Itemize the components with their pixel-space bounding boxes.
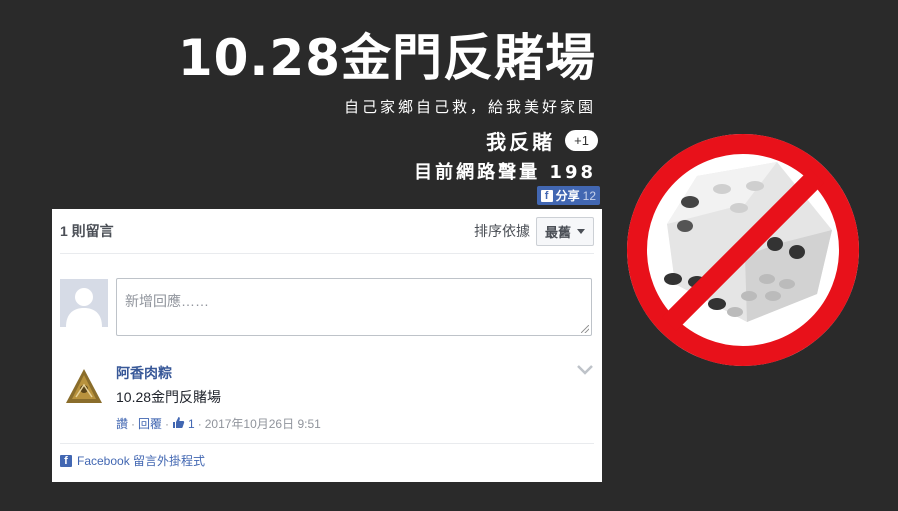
thumbs-up-icon bbox=[172, 416, 185, 432]
resize-grip-icon[interactable] bbox=[581, 325, 589, 333]
share-count: 12 bbox=[582, 188, 596, 203]
comment-count: 1 則留言 bbox=[60, 223, 114, 239]
comment-input[interactable]: 新增回應…… bbox=[116, 278, 592, 336]
commenter-name[interactable]: 阿香肉粽 bbox=[116, 363, 172, 383]
comment-text: 10.28金門反賭場 bbox=[116, 389, 222, 405]
page-subtitle: 自己家鄉自己救，給我美好家園 bbox=[343, 98, 596, 116]
facebook-share-button[interactable]: f 分享 12 bbox=[536, 186, 600, 205]
volume-count: 目前網路聲量 198 bbox=[414, 162, 596, 183]
reply-link[interactable]: 回覆 bbox=[138, 415, 162, 432]
separator: · bbox=[131, 416, 136, 431]
share-facebook-icon: f bbox=[540, 189, 553, 202]
separator: · bbox=[165, 416, 170, 431]
chevron-down-icon[interactable] bbox=[576, 363, 594, 377]
plugin-footer: f Facebook 留言外掛程式 bbox=[60, 443, 594, 469]
comment-input-placeholder: 新增回應…… bbox=[125, 293, 209, 309]
commenter-avatar[interactable] bbox=[60, 363, 108, 411]
comments-header: 1 則留言 排序依據 最舊 bbox=[60, 209, 594, 254]
like-count: 1 bbox=[188, 416, 195, 431]
share-label: 分享 bbox=[555, 189, 580, 203]
sort-control: 排序依據 最舊 bbox=[473, 216, 594, 246]
dropdown-arrow-icon bbox=[577, 228, 585, 234]
facebook-icon: f bbox=[60, 454, 72, 467]
oppose-label: 我反賭 bbox=[486, 129, 556, 154]
comment-actions: 讚 · 回覆 · 1 · 2017年10月26日 9:51 bbox=[116, 415, 321, 432]
separator: · bbox=[197, 416, 202, 431]
sort-dropdown[interactable]: 最舊 bbox=[535, 216, 594, 246]
comments-plugin: 1 則留言 排序依據 最舊 新增回應…… 阿香肉粽 10.28金門反賭場 讚 ·… bbox=[52, 209, 602, 482]
default-avatar bbox=[60, 279, 108, 327]
sort-selected: 最舊 bbox=[544, 224, 571, 240]
like-link[interactable]: 讚 bbox=[116, 415, 128, 432]
comment-timestamp[interactable]: 2017年10月26日 9:51 bbox=[205, 415, 321, 432]
plugin-footer-link[interactable]: Facebook 留言外掛程式 bbox=[77, 452, 205, 469]
plus-one-button[interactable]: +1 bbox=[565, 129, 598, 151]
page-title: 10.28金門反賭場 bbox=[177, 29, 596, 87]
oppose-row: 我反賭 +1 bbox=[486, 126, 598, 154]
sort-label: 排序依據 bbox=[473, 223, 530, 239]
no-gambling-icon bbox=[627, 134, 859, 366]
